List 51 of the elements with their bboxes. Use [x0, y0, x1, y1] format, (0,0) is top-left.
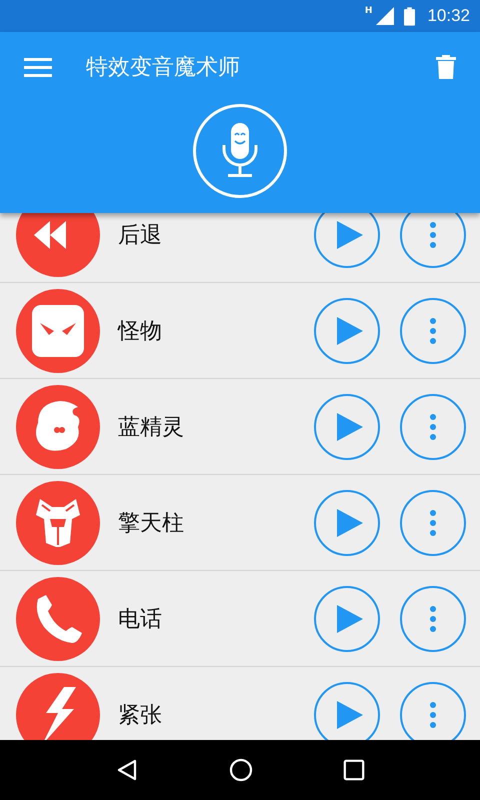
trash-icon	[436, 55, 456, 79]
effect-row[interactable]: 怪物	[0, 283, 480, 379]
home-icon[interactable]	[229, 758, 253, 782]
play-button[interactable]	[314, 490, 380, 556]
more-icon	[430, 222, 436, 248]
play-button[interactable]	[314, 586, 380, 652]
more-button[interactable]	[400, 298, 466, 364]
play-button[interactable]	[314, 213, 380, 268]
creature-head-icon	[16, 384, 100, 468]
angry-face-icon	[16, 288, 100, 372]
effect-row[interactable]: 擎天柱	[0, 475, 480, 571]
effect-name: 蓝精灵	[118, 414, 185, 442]
effect-name: 怪物	[118, 318, 163, 346]
app-title: 特效变音魔术师	[86, 54, 241, 82]
effect-name: 擎天柱	[118, 510, 185, 538]
play-button[interactable]	[314, 298, 380, 364]
menu-icon	[24, 57, 52, 77]
more-button[interactable]	[400, 490, 466, 556]
network-type: H	[364, 6, 372, 16]
battery-icon	[404, 6, 416, 26]
play-icon	[337, 700, 363, 728]
more-icon	[430, 318, 436, 344]
play-icon	[337, 316, 363, 344]
back-icon[interactable]	[115, 758, 139, 782]
clock: 10:32	[427, 6, 470, 26]
play-icon	[337, 220, 363, 248]
record-button[interactable]	[193, 104, 287, 198]
more-icon	[430, 606, 436, 632]
robot-face-icon	[16, 480, 100, 564]
smiling-microphone-icon	[220, 123, 260, 179]
more-button[interactable]	[400, 394, 466, 460]
lightning-icon	[16, 672, 100, 740]
signal-icon	[376, 7, 394, 25]
play-icon	[337, 604, 363, 632]
rewind-icon	[16, 213, 100, 276]
play-icon	[337, 508, 363, 536]
play-button[interactable]	[314, 394, 380, 460]
effect-row[interactable]: 蓝精灵	[0, 379, 480, 475]
effect-row[interactable]: 电话	[0, 571, 480, 667]
effect-row[interactable]: 后退	[0, 213, 480, 283]
more-icon	[430, 414, 436, 440]
recent-apps-icon[interactable]	[343, 759, 365, 781]
more-icon	[430, 510, 436, 536]
effect-name: 电话	[118, 606, 163, 634]
more-icon	[430, 702, 436, 728]
phone-icon	[16, 576, 100, 660]
effect-name: 后退	[118, 222, 163, 250]
more-button[interactable]	[400, 213, 466, 268]
more-button[interactable]	[400, 586, 466, 652]
effect-name: 紧张	[118, 702, 163, 730]
play-icon	[337, 412, 363, 440]
